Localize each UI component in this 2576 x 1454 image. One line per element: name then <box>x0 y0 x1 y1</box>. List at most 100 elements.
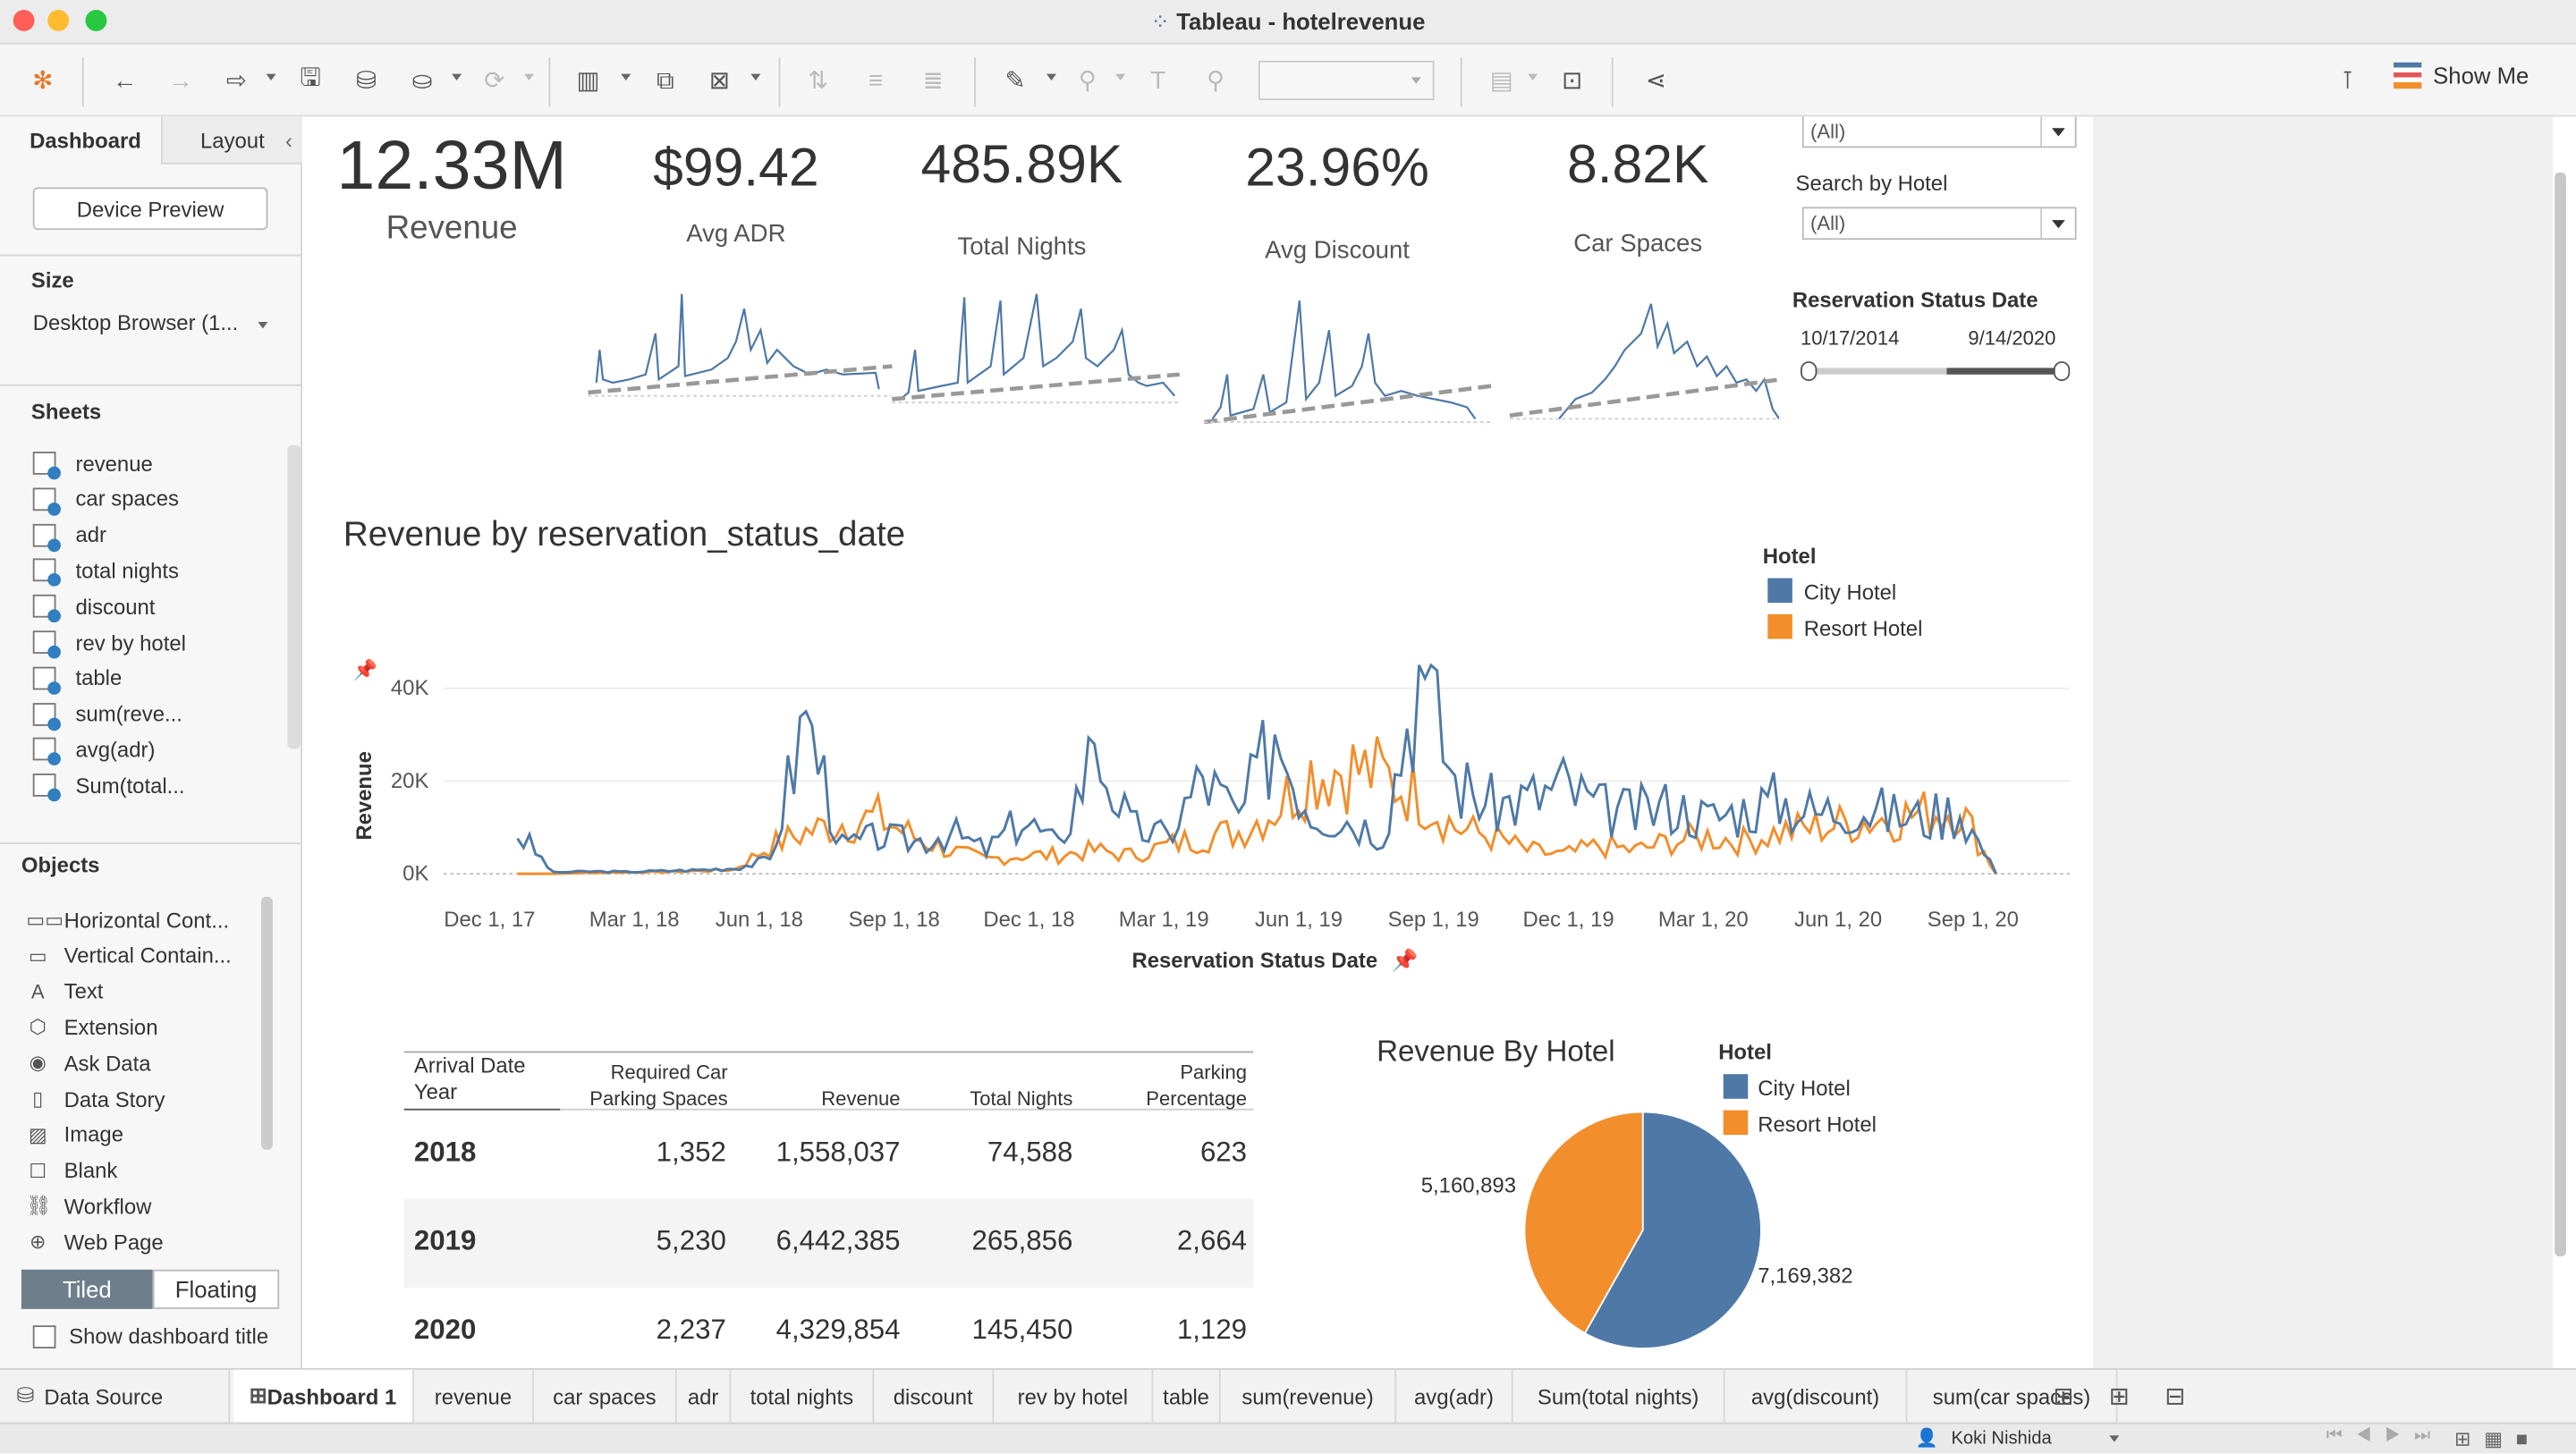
y-axis-title: Revenue <box>352 751 377 840</box>
y-axis-pin-icon[interactable]: 📌 <box>353 658 377 681</box>
presentation-mode-icon[interactable]: ⊡ <box>1553 61 1592 100</box>
col-header-year[interactable]: Arrival Date Year <box>414 1052 570 1105</box>
kpi-revenue-value: 12.33M <box>336 126 567 204</box>
window-titlebar: ⁘ Tableau - hotelrevenue <box>0 0 2576 45</box>
device-preview-button[interactable]: Device Preview <box>32 187 268 231</box>
fit-dropdown[interactable] <box>1258 60 1435 101</box>
show-dashboard-title-checkbox[interactable]: Show dashboard title <box>32 1323 268 1348</box>
legend-city-swatch[interactable] <box>1767 578 1792 604</box>
save-icon[interactable]: 🖫 <box>291 61 330 100</box>
view-mode-icons[interactable]: ⊞▦■ <box>2454 1427 2541 1450</box>
object-item[interactable]: ⛓ Workflow <box>26 1189 151 1222</box>
sort-ascending-icon[interactable]: ≡ <box>856 61 895 100</box>
date-slider-left-handle[interactable] <box>1801 361 1818 382</box>
sheets-scrollbar[interactable] <box>287 444 301 749</box>
pie-legend-resort-label[interactable]: Resort Hotel <box>1758 1112 1877 1137</box>
sheet-item[interactable]: revenue <box>32 447 153 480</box>
object-item[interactable]: ▯ Data Story <box>26 1082 165 1115</box>
object-item[interactable]: A Text <box>26 975 104 1008</box>
object-item[interactable]: ◉ Ask Data <box>26 1046 151 1079</box>
pie-legend-city-swatch[interactable] <box>1723 1074 1749 1099</box>
pie-legend-city-label[interactable]: City Hotel <box>1758 1076 1851 1101</box>
sheet-navigation-arrows[interactable]: ⏮◀▶⏭ <box>2326 1425 2444 1447</box>
object-item[interactable]: ▭▭ Horizontal Cont... <box>26 903 229 936</box>
new-datasource-icon[interactable]: ⛁ <box>347 61 386 100</box>
swap-icon[interactable]: ⇅ <box>799 61 838 100</box>
size-dropdown[interactable]: Desktop Browser (1... <box>33 310 271 335</box>
object-item[interactable]: ▨ Image <box>26 1118 123 1151</box>
sheet-item[interactable]: rev by hotel <box>32 626 186 659</box>
tiled-toggle[interactable]: Tiled <box>21 1269 153 1309</box>
replay-icon[interactable]: ⇨ <box>216 61 256 100</box>
new-dashboard-tab-icon[interactable]: ⊞ <box>2099 1376 2139 1416</box>
object-item[interactable]: ⊕ Web Page <box>26 1226 164 1259</box>
tab-dashboard[interactable]: Dashboard <box>10 116 161 165</box>
sheet-item[interactable]: car spaces <box>32 483 179 516</box>
user-menu[interactable]: 👤 Koki Nishida <box>1916 1427 2120 1449</box>
new-story-tab-icon[interactable]: ⊟ <box>2156 1376 2195 1416</box>
labels-icon[interactable]: T <box>1139 61 1178 100</box>
sheet-tab[interactable]: adr <box>677 1369 732 1423</box>
col-header-pct[interactable]: Parking Percentage <box>1082 1060 1247 1112</box>
sheet-item[interactable]: total nights <box>32 554 179 588</box>
show-me-button[interactable]: Show Me <box>2394 62 2529 89</box>
object-item[interactable]: ☐ Blank <box>26 1154 117 1187</box>
sheet-tab[interactable]: rev by hotel <box>994 1369 1154 1423</box>
sheet-tab[interactable]: avg(adr) <box>1396 1369 1513 1423</box>
new-worksheet-icon[interactable]: ▥ <box>568 61 607 100</box>
series-line-city[interactable] <box>516 663 1997 875</box>
x-axis-pin-icon[interactable]: 📌 <box>1392 948 1419 974</box>
refresh-icon[interactable]: ⟳ <box>475 61 514 100</box>
sheet-tab[interactable]: car spaces <box>534 1369 677 1423</box>
sort-descending-icon[interactable]: ≣ <box>913 61 953 100</box>
sheet-item[interactable]: sum(reve... <box>32 697 182 731</box>
col-header-nights[interactable]: Total Nights <box>911 1086 1072 1112</box>
dashboard-scrollbar[interactable] <box>2555 172 2566 1257</box>
sheet-tab[interactable]: sum(car spaces) <box>1907 1369 2118 1423</box>
tableau-logo-icon[interactable]: ✻ <box>23 61 63 100</box>
search-by-hotel-dropdown[interactable]: (All) <box>1801 207 2077 241</box>
sheet-tab[interactable]: table <box>1153 1369 1221 1423</box>
sheet-tab[interactable]: sum(revenue) <box>1221 1369 1397 1423</box>
collapse-panel-icon[interactable]: ‹ <box>285 127 292 152</box>
sheet-tab[interactable]: ⊞ Dashboard 1 <box>233 1369 414 1423</box>
data-source-tab[interactable]: ⛁ Data Source <box>0 1369 231 1423</box>
col-header-revenue[interactable]: Revenue <box>740 1086 900 1112</box>
sheet-item[interactable]: Sum(total... <box>32 769 185 802</box>
undo-icon[interactable]: ← <box>106 61 145 100</box>
duplicate-sheet-icon[interactable]: ⧉ <box>646 61 685 100</box>
tab-layout[interactable]: Layout ‹ <box>160 116 302 165</box>
object-item[interactable]: ▭ Vertical Contain... <box>26 939 232 972</box>
highlight-icon[interactable]: ✎ <box>996 61 1035 100</box>
sheet-item[interactable]: avg(adr) <box>32 733 155 766</box>
sheet-tab[interactable]: total nights <box>731 1369 875 1423</box>
sheet-item[interactable]: discount <box>32 590 155 623</box>
group-icon[interactable]: ⚲ <box>1068 61 1107 100</box>
pause-updates-icon[interactable]: ⛀ <box>402 61 442 100</box>
sheet-item-label: car spaces <box>75 486 179 511</box>
sheet-tab[interactable]: avg(discount) <box>1725 1369 1908 1423</box>
sheet-tab[interactable]: revenue <box>414 1369 534 1423</box>
show-cards-icon[interactable]: ▤ <box>1482 61 1521 100</box>
sheet-item[interactable]: table <box>32 662 122 695</box>
tab-layout-label: Layout <box>200 127 265 152</box>
floating-toggle[interactable]: Floating <box>152 1269 280 1309</box>
format-painter-icon[interactable]: ⊺ <box>2328 61 2368 100</box>
revenue-pie-chart[interactable] <box>1520 1111 1767 1357</box>
redo-icon[interactable]: → <box>161 61 200 100</box>
legend-city-label[interactable]: City Hotel <box>1804 579 1897 604</box>
sheet-tab[interactable]: discount <box>874 1369 995 1423</box>
vertical-container-icon: ▭ <box>28 943 47 968</box>
pin-axes-icon[interactable]: ⚲ <box>1196 61 1235 100</box>
new-worksheet-tab-icon[interactable]: ⊞ <box>2044 1376 2083 1416</box>
share-icon[interactable]: ⋖ <box>1636 61 1675 100</box>
sheet-tab[interactable]: Sum(total nights) <box>1513 1369 1725 1423</box>
date-slider-right-handle[interactable] <box>2053 361 2071 382</box>
objects-scrollbar[interactable] <box>261 896 273 1150</box>
object-item[interactable]: ⬡ Extension <box>26 1010 158 1044</box>
clear-sheet-icon[interactable]: ⊠ <box>699 61 739 100</box>
sheet-item[interactable]: adr <box>32 519 106 552</box>
top-filter-dropdown[interactable]: (All) <box>1801 116 2077 148</box>
col-header-parking[interactable]: Required Car Parking Spaces <box>564 1060 727 1112</box>
revenue-line-chart[interactable]: 0K 20K 40K Revenue 📌 Dec 1, 17 Mar 1, 18 Jun 1,… <box>304 626 2093 987</box>
